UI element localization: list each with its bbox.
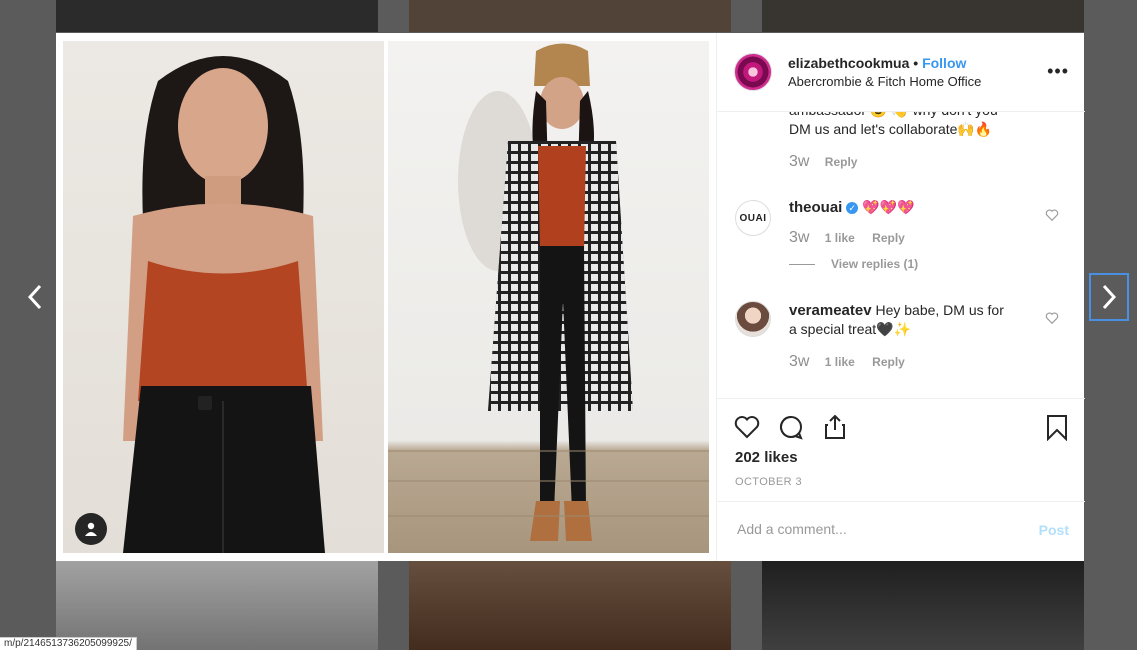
more-options-button[interactable]: ••• [1047, 61, 1069, 82]
comment-likes[interactable]: 1 like [825, 355, 855, 369]
view-replies-label[interactable]: View replies (1) [831, 257, 918, 271]
avatar[interactable] [735, 301, 771, 337]
view-replies[interactable]: View replies (1) [789, 257, 1019, 271]
comment-text: Hey babe, DM us for [875, 302, 1004, 318]
comment-like-heart-icon[interactable] [1045, 311, 1059, 325]
divider [789, 264, 815, 266]
comment-icon[interactable] [777, 413, 805, 441]
comment-likes[interactable]: 1 like [825, 231, 855, 245]
comment-input[interactable] [735, 520, 1009, 538]
share-icon[interactable] [821, 413, 849, 441]
comment-time[interactable]: 3w [789, 353, 809, 370]
verified-badge-icon: ✓ [846, 202, 859, 215]
comment-time[interactable]: 3w [789, 229, 809, 246]
comment-item: theouai ✓ 💖💖💖 3w 1 like Reply View repli… [789, 198, 1019, 271]
comment-item: verameatev Hey babe, DM us for a special… [789, 301, 1029, 371]
comment-text: DM us and let's collaborate🙌🔥 [789, 121, 993, 137]
post-actions: 202 likes OCTOBER 3 [717, 398, 1085, 502]
model-portrait-image [123, 56, 325, 553]
chevron-right-icon[interactable] [1089, 273, 1129, 321]
avatar-text: OUAI [739, 212, 767, 224]
location-link[interactable]: Abercrombie & Fitch Home Office [788, 74, 981, 89]
comment-meta: 3w 1 like Reply [789, 229, 1019, 247]
likes-count[interactable]: 202 likes [735, 449, 798, 466]
user-tag-icon[interactable] [75, 513, 107, 545]
separator: • [913, 55, 919, 71]
comment-text-partial: ambassador 😉 👋 why don't you [789, 112, 1069, 120]
comment-text: 💖💖💖 [862, 199, 915, 215]
comment-text-line2: a special treat🖤✨ [789, 321, 912, 337]
post-media[interactable] [56, 33, 716, 561]
reply-button[interactable]: Reply [872, 231, 905, 245]
post-photo-right[interactable] [388, 41, 709, 553]
heart-icon[interactable] [733, 413, 761, 441]
comments-list[interactable]: ambassador 😉 👋 why don't you DM us and l… [717, 112, 1085, 397]
post-date[interactable]: OCTOBER 3 [735, 476, 802, 488]
model-full-body-image [388, 43, 709, 541]
comment-username[interactable]: verameatev [789, 302, 872, 319]
bookmark-icon[interactable] [1043, 413, 1071, 441]
comment-item: ambassador 😉 👋 why don't you DM us and l… [789, 112, 1069, 171]
chevron-left-icon[interactable] [20, 281, 50, 313]
post-modal: elizabethcookmua • Follow Abercrombie & … [56, 33, 1085, 561]
comment-username[interactable]: theouai [789, 199, 842, 216]
post-sidebar: elizabethcookmua • Follow Abercrombie & … [716, 33, 1085, 561]
comment-like-heart-icon[interactable] [1045, 208, 1059, 222]
post-comment-button[interactable]: Post [1039, 522, 1069, 538]
reply-button[interactable]: Reply [872, 355, 905, 369]
post-photo-left[interactable] [63, 41, 384, 553]
add-comment-section: Post [717, 501, 1085, 562]
author-username[interactable]: elizabethcookmua [788, 55, 909, 71]
comment-meta: 3w 1 like Reply [789, 353, 1029, 371]
comment-meta: 3w Reply [789, 153, 1069, 171]
comment-time[interactable]: 3w [789, 153, 809, 170]
post-author: elizabethcookmua • Follow [788, 55, 966, 71]
avatar[interactable] [734, 53, 772, 91]
status-url: m/p/2146513736205099925/ [0, 637, 137, 650]
reply-button[interactable]: Reply [825, 155, 858, 169]
follow-button[interactable]: Follow [922, 55, 966, 71]
avatar[interactable]: OUAI [735, 200, 771, 236]
post-header: elizabethcookmua • Follow Abercrombie & … [717, 33, 1085, 112]
